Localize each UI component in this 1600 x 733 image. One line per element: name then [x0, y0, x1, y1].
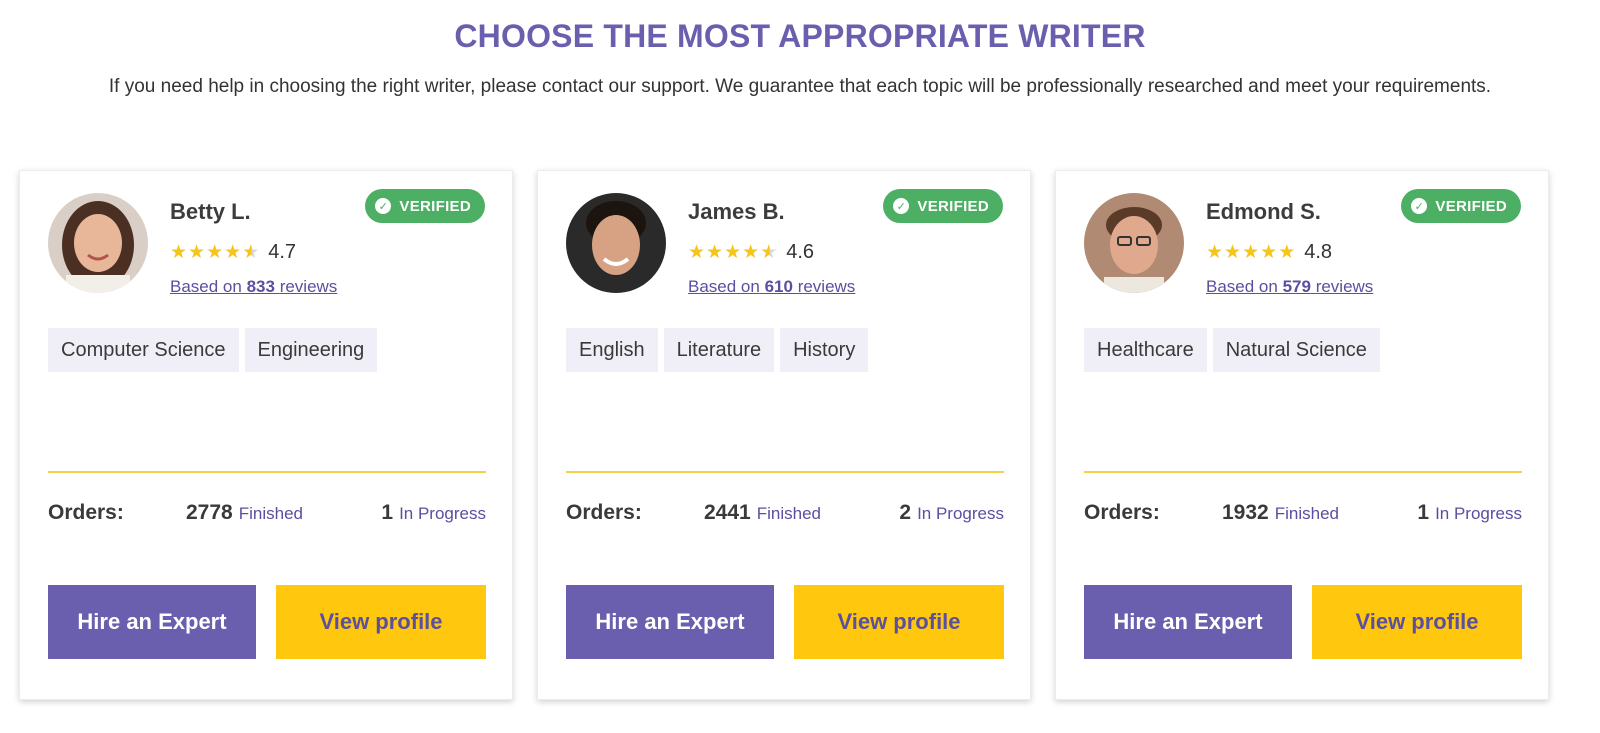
subject-tag: Healthcare [1084, 328, 1207, 372]
page-subtitle: If you need help in choosing the right w… [108, 76, 1492, 97]
rating-value: 4.7 [268, 241, 297, 263]
check-circle-icon: ✓ [893, 198, 910, 214]
view-profile-button[interactable]: View profile [1312, 585, 1522, 659]
writer-card: Edmond S. ✓ VERIFIED ★ ★ ★ ★ ★ 4.8 Based… [1055, 170, 1549, 700]
divider [1084, 471, 1522, 473]
check-circle-icon: ✓ [375, 198, 392, 214]
subject-tags: English Literature History [566, 328, 874, 372]
orders-row: Orders: 2778 Finished 1 In Progress [48, 501, 486, 531]
star-icon: ★ [1242, 241, 1260, 263]
in-progress-orders: 1 In Progress [381, 501, 486, 524]
star-icon: ★ [724, 241, 742, 263]
verified-badge: ✓ VERIFIED [883, 189, 1003, 223]
star-icon: ★ [206, 241, 224, 263]
orders-row: Orders: 1932 Finished 1 In Progress [1084, 501, 1522, 531]
verified-label: VERIFIED [1435, 197, 1507, 215]
verified-badge: ✓ VERIFIED [365, 189, 485, 223]
check-circle-icon: ✓ [1411, 198, 1428, 214]
subject-tags: Healthcare Natural Science [1084, 328, 1386, 372]
writer-name: Edmond S. [1206, 199, 1321, 224]
star-icon: ★ [188, 241, 206, 263]
star-icon: ★ [1206, 241, 1224, 263]
star-icon: ★ [706, 241, 724, 263]
subject-tag: Computer Science [48, 328, 239, 372]
star-half-icon: ★ [242, 241, 260, 263]
finished-orders: 2778 Finished [186, 501, 303, 524]
writer-cards: Betty L. ✓ VERIFIED ★ ★ ★ ★ ★ 4.7 Based … [19, 170, 1579, 700]
star-icon: ★ [1278, 241, 1296, 263]
divider [566, 471, 1004, 473]
rating-value: 4.6 [786, 241, 815, 263]
star-half-icon: ★ [760, 241, 778, 263]
writer-card: James B. ✓ VERIFIED ★ ★ ★ ★ ★ 4.6 Based … [537, 170, 1031, 700]
verified-label: VERIFIED [917, 197, 989, 215]
star-rating: ★ ★ ★ ★ ★ 4.7 [170, 241, 296, 264]
reviews-link[interactable]: Based on 579 reviews [1206, 277, 1373, 297]
rating-value: 4.8 [1304, 241, 1333, 263]
hire-expert-button[interactable]: Hire an Expert [48, 585, 256, 659]
avatar [1084, 193, 1184, 293]
subject-tag: Natural Science [1212, 328, 1380, 372]
orders-label: Orders: [48, 501, 124, 524]
page-title: CHOOSE THE MOST APPROPRIATE WRITER [454, 18, 1146, 54]
view-profile-button[interactable]: View profile [276, 585, 486, 659]
star-rating: ★ ★ ★ ★ ★ 4.8 [1206, 241, 1332, 264]
star-rating: ★ ★ ★ ★ ★ 4.6 [688, 241, 814, 264]
writer-name: Betty L. [170, 199, 251, 224]
orders-label: Orders: [1084, 501, 1160, 524]
star-icon: ★ [1224, 241, 1242, 263]
star-icon: ★ [170, 241, 188, 263]
finished-orders: 2441 Finished [704, 501, 821, 524]
writer-card: Betty L. ✓ VERIFIED ★ ★ ★ ★ ★ 4.7 Based … [19, 170, 513, 700]
view-profile-button[interactable]: View profile [794, 585, 1004, 659]
reviews-link[interactable]: Based on 610 reviews [688, 277, 855, 297]
orders-label: Orders: [566, 501, 642, 524]
avatar [48, 193, 148, 293]
in-progress-orders: 1 In Progress [1417, 501, 1522, 524]
reviews-link[interactable]: Based on 833 reviews [170, 277, 337, 297]
finished-orders: 1932 Finished [1222, 501, 1339, 524]
hire-expert-button[interactable]: Hire an Expert [1084, 585, 1292, 659]
star-icon: ★ [224, 241, 242, 263]
subject-tag: History [780, 328, 869, 372]
star-icon: ★ [688, 241, 706, 263]
subject-tag: Engineering [244, 328, 378, 372]
subject-tags: Computer Science Engineering [48, 328, 383, 372]
star-icon: ★ [742, 241, 760, 263]
in-progress-orders: 2 In Progress [899, 501, 1004, 524]
verified-badge: ✓ VERIFIED [1401, 189, 1521, 223]
orders-row: Orders: 2441 Finished 2 In Progress [566, 501, 1004, 531]
verified-label: VERIFIED [399, 197, 471, 215]
subject-tag: Literature [663, 328, 775, 372]
hire-expert-button[interactable]: Hire an Expert [566, 585, 774, 659]
divider [48, 471, 486, 473]
subject-tag: English [566, 328, 658, 372]
writer-name: James B. [688, 199, 785, 224]
star-icon: ★ [1260, 241, 1278, 263]
avatar [566, 193, 666, 293]
